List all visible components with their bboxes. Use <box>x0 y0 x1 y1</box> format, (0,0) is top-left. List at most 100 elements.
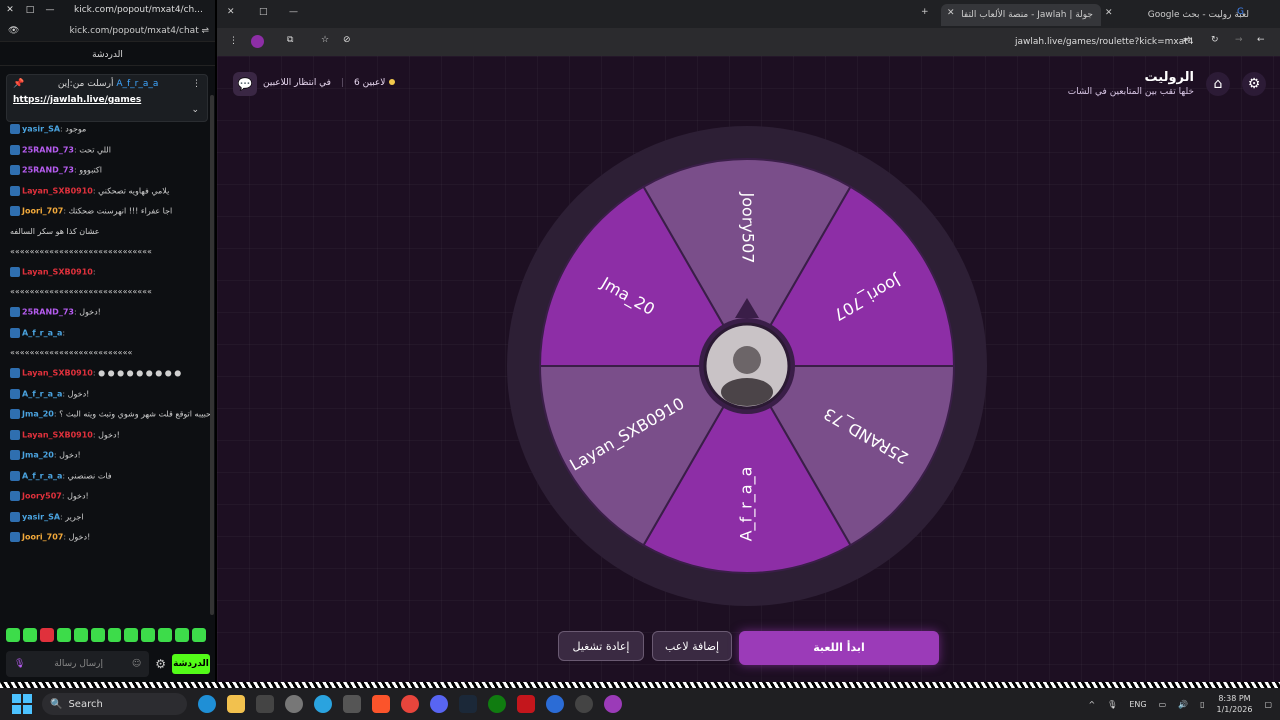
notification-icon[interactable]: ▢ <box>1264 700 1272 709</box>
tune-icon[interactable]: ⇌ <box>1183 35 1191 45</box>
chrome-active-icon[interactable] <box>604 695 622 713</box>
chat-username[interactable]: yasir_SA <box>22 125 60 134</box>
reload-icon[interactable]: ↻ <box>1211 35 1219 45</box>
emote-icon[interactable] <box>158 628 173 642</box>
chat-username[interactable]: Layan_SXB0910 <box>22 186 93 195</box>
minimize-icon[interactable]: — <box>40 5 60 15</box>
maximize-icon[interactable]: □ <box>20 5 40 15</box>
chat-toggle-button[interactable]: 💬 <box>233 72 257 96</box>
emote-icon[interactable] <box>56 628 71 642</box>
tab-close-icon[interactable]: ✕ <box>1105 8 1113 18</box>
file-explorer-icon[interactable] <box>227 695 245 713</box>
emote-icon[interactable] <box>73 628 88 642</box>
terminal-icon[interactable] <box>256 695 274 713</box>
chat-username[interactable]: A_f_r_a_a <box>22 471 62 480</box>
reset-button[interactable]: إعادة تشغيل <box>558 631 644 661</box>
chat-username[interactable]: Layan_SXB0910 <box>22 369 93 378</box>
chat-username[interactable]: Jma_20 <box>22 451 54 460</box>
emote-icon[interactable] <box>22 628 37 642</box>
pinned-author[interactable]: A_f_r_a_a <box>116 79 158 89</box>
windows-start-icon[interactable] <box>12 694 32 714</box>
adobe-icon[interactable] <box>517 695 535 713</box>
discord-icon[interactable] <box>430 695 448 713</box>
chat-username[interactable]: Layan_SXB0910 <box>22 430 93 439</box>
chevron-up-icon[interactable]: ^ <box>1088 700 1095 709</box>
emote-bar <box>6 628 207 644</box>
chrome-icon[interactable] <box>401 695 419 713</box>
emote-icon[interactable] <box>39 628 54 642</box>
home-button[interactable]: ⌂ <box>1206 72 1230 96</box>
chat-send-button[interactable]: الدردشة <box>172 654 210 674</box>
microphone-icon[interactable]: 🎙 <box>14 659 25 669</box>
chat-username[interactable]: Layan_SXB0910 <box>22 267 93 276</box>
emote-icon[interactable] <box>6 628 20 642</box>
chat-username[interactable]: 25RAND_73 <box>22 145 74 154</box>
more-icon[interactable]: ⋮ <box>192 79 201 89</box>
gear-icon[interactable]: ⚙ <box>155 657 166 671</box>
eye-off-icon[interactable]: 👁 <box>8 26 19 36</box>
emote-icon[interactable] <box>192 628 207 642</box>
chat-popout-window: ✕ □ — kick.com/popout/mxat4/ch... 👁 kick… <box>0 0 215 688</box>
emote-icon[interactable] <box>107 628 122 642</box>
microphone-icon[interactable]: 🎙 <box>1107 700 1117 709</box>
steam-icon[interactable] <box>459 695 477 713</box>
pin-icon[interactable]: 📌 <box>13 79 24 89</box>
star-icon[interactable]: ☆ <box>321 35 329 45</box>
menu-dots-icon[interactable]: ⋮ <box>229 36 238 46</box>
eye-off-icon[interactable]: ⊘ <box>343 35 351 45</box>
forward-icon[interactable]: → <box>1235 35 1243 45</box>
puzzle-icon[interactable]: ⧉ <box>287 35 293 45</box>
chat-scrollbar[interactable] <box>210 95 214 615</box>
clock[interactable]: 8:38 PM 1/1/2026 <box>1217 693 1253 715</box>
page-header: ⚙ ⌂ الروليت خلها تقب بين المتابعين في ال… <box>217 56 1280 112</box>
edge-icon[interactable] <box>198 695 216 713</box>
volume-icon[interactable]: 🔊 <box>1178 700 1188 709</box>
app-icon[interactable] <box>546 695 564 713</box>
emote-icon[interactable] <box>175 628 190 642</box>
xbox-icon[interactable] <box>488 695 506 713</box>
chat-username[interactable]: 25RAND_73 <box>22 166 74 175</box>
back-icon[interactable]: ← <box>1257 35 1265 45</box>
display-icon[interactable]: ▭ <box>1159 700 1167 709</box>
emote-icon[interactable] <box>124 628 139 642</box>
tab-close-icon[interactable]: ✕ <box>947 8 955 18</box>
close-window-icon[interactable]: ✕ <box>227 7 235 17</box>
chat-username[interactable]: 25RAND_73 <box>22 308 74 317</box>
minimize-window-icon[interactable]: — <box>289 7 298 17</box>
pinned-link[interactable]: https://jawlah.live/games <box>13 95 201 105</box>
obs-icon[interactable] <box>575 695 593 713</box>
settings-app-icon[interactable] <box>285 695 303 713</box>
url-field[interactable]: jawlah.live/games/roulette?kick=mxat4 <box>1015 37 1194 47</box>
chat-username[interactable]: A_f_r_a_a <box>22 389 62 398</box>
new-tab-icon[interactable]: + <box>921 7 929 17</box>
add-player-button[interactable]: إضافة لاعب <box>652 631 732 661</box>
taskbar-search[interactable]: 🔍 Search <box>42 693 187 715</box>
emote-icon[interactable] <box>90 628 105 642</box>
maximize-window-icon[interactable]: □ <box>259 7 268 17</box>
chevron-down-icon[interactable]: ⌄ <box>191 105 199 115</box>
chat-username[interactable]: A_f_r_a_a <box>22 328 62 337</box>
chat-username[interactable]: Joori_707 <box>22 207 63 216</box>
chat-url[interactable]: kick.com/popout/mxat4/chat <box>69 26 198 36</box>
chat-username[interactable]: Jma_20 <box>22 410 54 419</box>
emoji-icon[interactable]: ☺ <box>132 659 141 669</box>
language-indicator[interactable]: ENG <box>1129 700 1146 709</box>
emote-icon[interactable] <box>141 628 156 642</box>
chat-username[interactable]: Joori_707 <box>22 533 63 542</box>
tune-icon[interactable]: ⇌ <box>201 26 209 36</box>
battery-icon[interactable]: ▯ <box>1200 700 1204 709</box>
settings-button[interactable]: ⚙ <box>1242 72 1266 96</box>
roulette-wheel[interactable]: Joory507Joori_70725RAND_73A_f_r_a_aLayan… <box>507 126 987 606</box>
start-game-button[interactable]: ابدأ اللعبة <box>739 631 939 665</box>
chat-username[interactable]: yasir_SA <box>22 512 60 521</box>
brave-icon[interactable] <box>372 695 390 713</box>
tab-google[interactable]: لعبة روليت - بحث Google <box>1107 4 1257 26</box>
pinned-message[interactable]: 📌 أرسلت من:إين A_f_r_a_a ⋮ https://jawla… <box>6 74 208 122</box>
extension-icon[interactable] <box>251 35 264 48</box>
chat-username[interactable]: Joory507 <box>22 492 62 501</box>
telegram-icon[interactable] <box>314 695 332 713</box>
chat-message-input[interactable]: 🎙 إرسال رسالة ☺ <box>6 651 150 677</box>
tab-jawlah[interactable]: جولة | Jawlah - منصة الألعاب التفا <box>941 4 1101 26</box>
close-icon[interactable]: ✕ <box>0 5 20 15</box>
google-app-icon[interactable] <box>343 695 361 713</box>
